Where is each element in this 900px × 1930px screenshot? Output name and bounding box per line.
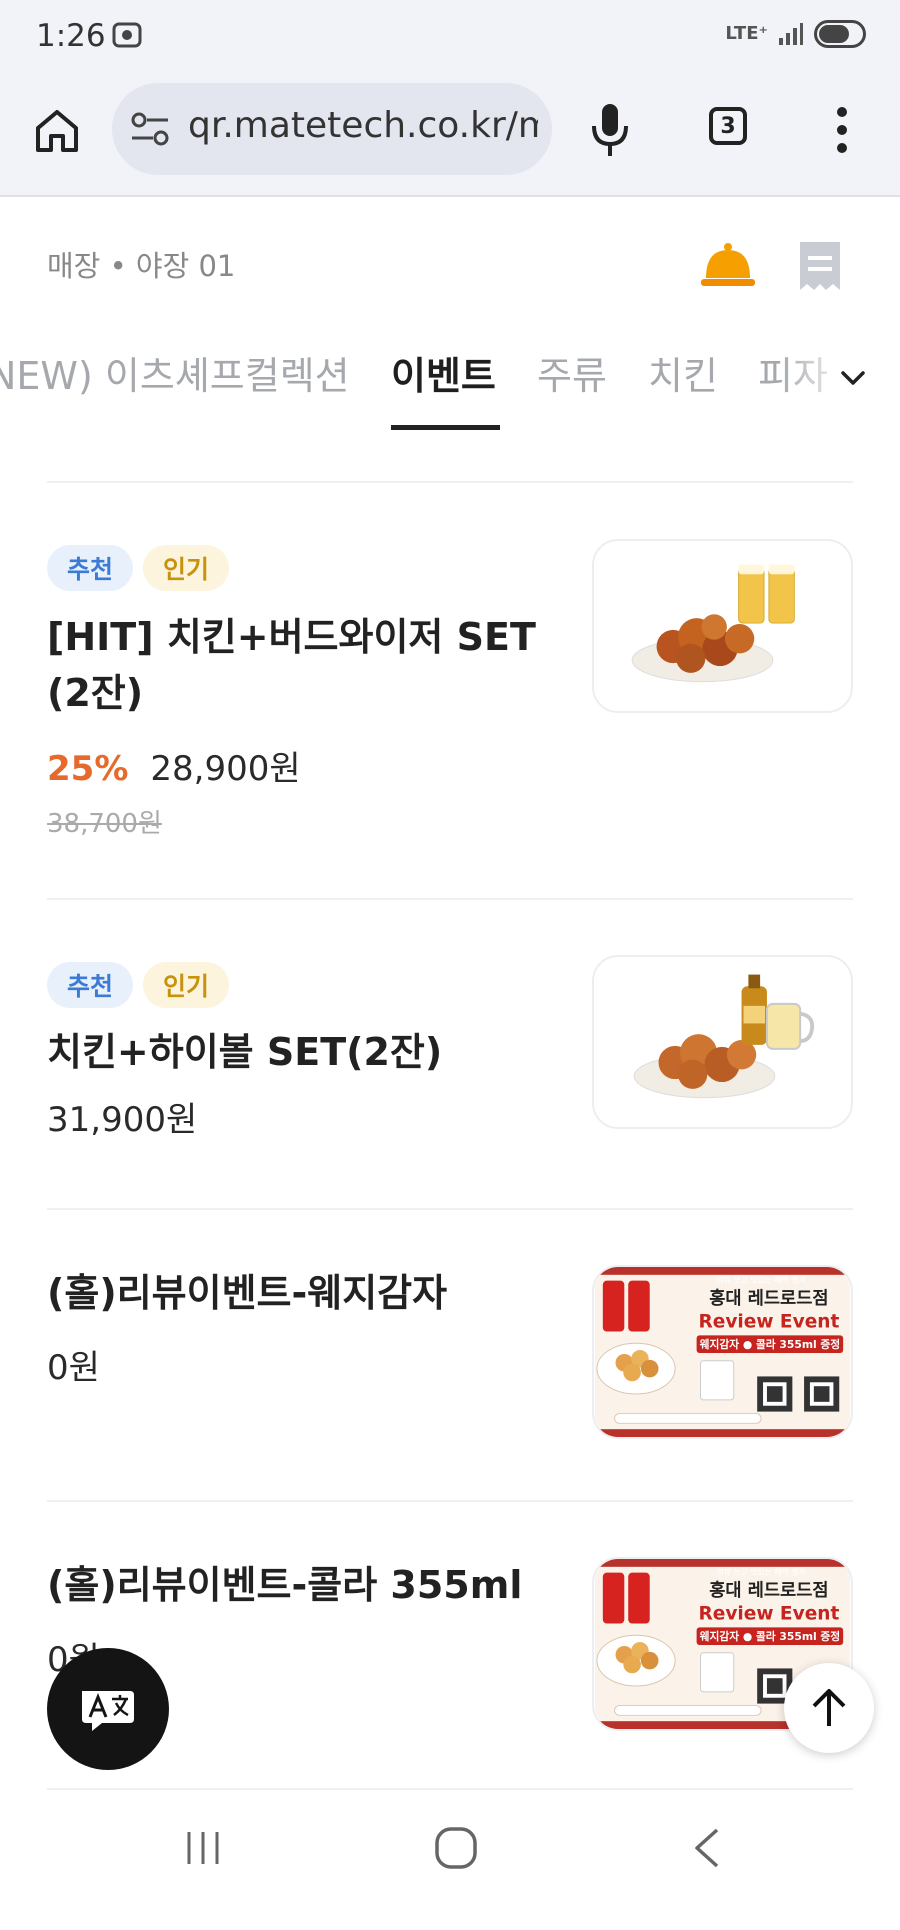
tab-chicken[interactable]: 치킨 <box>648 345 718 400</box>
scroll-to-top-button[interactable] <box>784 1663 874 1753</box>
item-image[interactable] <box>592 955 853 1129</box>
menu-item[interactable]: 추천 인기 치킨+하이볼 SET(2잔) 31,900원 <box>0 900 900 1208</box>
original-price: 38,700원 <box>47 809 162 839</box>
tab-new-collection[interactable]: NEW) 이츠셰프컬렉션 <box>0 345 350 400</box>
poster-event: Review Event <box>698 1604 839 1625</box>
home-button-icon[interactable] <box>434 1826 478 1870</box>
url-text[interactable]: qr.matetech.co.kr/me <box>188 105 538 146</box>
call-staff-bell-icon[interactable] <box>700 240 756 290</box>
category-tabs: NEW) 이츠셰프컬렉션 이벤트 주류 치킨 피자 <box>0 325 900 435</box>
price-row: 0원 <box>47 1340 100 1389</box>
tab-switcher-button[interactable]: 3 <box>709 107 747 145</box>
home-icon[interactable] <box>32 106 82 156</box>
poster-offer: 웨지감자 ● 콜라 355ml 증정 <box>700 1630 841 1643</box>
active-tab-indicator <box>391 425 500 430</box>
microphone-icon[interactable] <box>590 102 630 158</box>
tab-event[interactable]: 이벤트 <box>391 345 496 400</box>
browser-toolbar: qr.matetech.co.kr/me 3 <box>0 80 900 197</box>
signal-icon <box>779 23 803 45</box>
review-event-poster-image: 리뷰 쓰고 맛있는 혜택 챙겨 홍대 레드로드점 Review Event 웨지… <box>595 1267 850 1437</box>
item-price: 31,900원 <box>47 1100 198 1140</box>
popular-badge: 인기 <box>143 545 230 591</box>
status-indicators: LTE⁺ <box>725 20 866 48</box>
translate-icon <box>82 1691 134 1731</box>
poster-top-text: 리뷰 쓰고 맛있는 혜택 챙겨 <box>717 1275 806 1285</box>
address-bar[interactable]: qr.matetech.co.kr/me <box>112 83 552 175</box>
screen-record-icon <box>112 22 142 48</box>
poster-store: 홍대 레드로드점 <box>709 1288 828 1309</box>
item-name: (홀)리뷰이벤트-콜라 355ml <box>47 1563 523 1607</box>
translate-button[interactable] <box>47 1648 169 1770</box>
site-settings-icon[interactable] <box>130 111 170 147</box>
system-navigation-bar <box>0 1790 900 1930</box>
price-row: 31,900원 <box>47 1092 197 1141</box>
menu-item[interactable]: 추천 인기 [HIT] 치킨+버드와이저 SET (2잔) 25% 28,900… <box>0 483 900 898</box>
store-table-label: 매장 • 야장 01 <box>47 249 236 283</box>
item-name: 치킨+하이볼 SET(2잔) <box>47 1030 443 1074</box>
item-name: [HIT] 치킨+버드와이저 SET (2잔) <box>47 615 536 715</box>
order-history-icon[interactable] <box>798 240 842 292</box>
recommended-badge: 추천 <box>47 545 134 591</box>
item-name: (홀)리뷰이벤트-웨지감자 <box>47 1271 448 1315</box>
item-image[interactable]: 리뷰 쓰고 맛있는 혜택 챙겨 홍대 레드로드점 Review Event 웨지… <box>592 1265 853 1439</box>
battery-icon <box>814 20 866 48</box>
tab-liquor[interactable]: 주류 <box>537 345 607 400</box>
status-time: 1:26 <box>36 18 106 54</box>
network-type: LTE⁺ <box>725 23 768 44</box>
poster-store: 홍대 레드로드점 <box>709 1580 828 1601</box>
store-header: 매장 • 야장 01 <box>0 195 900 325</box>
back-icon[interactable] <box>693 1826 721 1870</box>
recommended-badge: 추천 <box>47 962 134 1008</box>
status-bar: 1:26 LTE⁺ <box>0 0 900 80</box>
poster-event: Review Event <box>698 1312 839 1333</box>
chicken-highball-image <box>633 974 815 1099</box>
popular-badge: 인기 <box>143 962 230 1008</box>
item-price: 0원 <box>47 1348 100 1388</box>
price-row: 25% 28,900원 <box>47 741 301 790</box>
item-badges: 추천 인기 <box>47 545 230 591</box>
chevron-down-icon[interactable] <box>838 363 868 393</box>
recent-apps-icon[interactable] <box>183 1828 223 1868</box>
item-badges: 추천 인기 <box>47 962 230 1008</box>
item-image[interactable] <box>592 539 853 713</box>
menu-item[interactable]: (홀)리뷰이벤트-웨지감자 0원 리뷰 쓰고 맛있는 혜택 챙겨 홍대 레드로드… <box>0 1210 900 1500</box>
poster-offer: 웨지감자 ● 콜라 355ml 증정 <box>700 1338 841 1351</box>
discount-rate: 25% <box>47 749 129 789</box>
poster-top-text: 리뷰 쓰고 맛있는 혜택 챙겨 <box>717 1567 806 1577</box>
more-options-icon[interactable] <box>830 104 854 156</box>
item-price: 28,900원 <box>150 749 301 789</box>
chicken-beer-image <box>631 564 795 683</box>
arrow-up-icon <box>812 1689 846 1726</box>
